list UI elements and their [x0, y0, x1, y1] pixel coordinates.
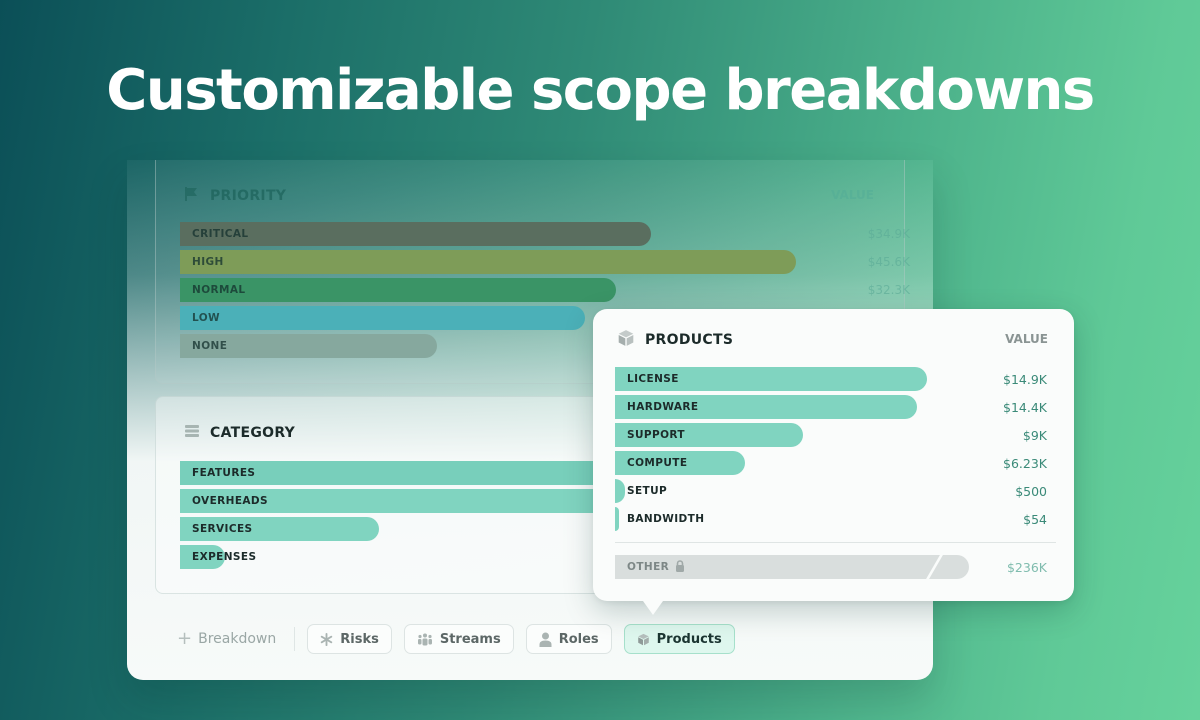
breakdown-toolbar: + Breakdown Risks Streams Roles Products	[177, 624, 735, 654]
bar-label: LICENSE	[627, 373, 679, 385]
bar-value: $9K	[1022, 427, 1047, 443]
bar-label: EXPENSES	[192, 551, 257, 563]
chip-label: Streams	[439, 631, 501, 647]
bar-label: HARDWARE	[627, 401, 699, 413]
bar-value: $14.9K	[1003, 371, 1047, 387]
bar-row[interactable]: HIGH $45.6K	[180, 250, 910, 274]
category-title: CATEGORY	[210, 425, 296, 441]
other-row: OTHER $236K	[615, 555, 1047, 579]
chip-risks[interactable]: Risks	[307, 624, 392, 654]
user-icon	[539, 632, 552, 647]
bar-label: OVERHEADS	[192, 495, 268, 507]
bar-row[interactable]: BANDWIDTH $54	[615, 507, 1047, 531]
hero-title: Customizable scope breakdowns	[106, 58, 1095, 123]
bar-value: $500	[1015, 483, 1047, 499]
products-title: PRODUCTS	[645, 332, 734, 348]
divider	[615, 542, 1056, 543]
bar-row[interactable]: NORMAL $32.3K	[180, 278, 910, 302]
bar-label: CRITICAL	[192, 228, 249, 240]
priority-value-header: VALUE	[831, 188, 874, 202]
cube-icon	[637, 633, 650, 646]
bar-row[interactable]: SUPPORT $9K	[615, 423, 1047, 447]
bar-row[interactable]: SETUP $500	[615, 479, 1047, 503]
list-icon	[184, 423, 200, 443]
bar-value: $54	[1023, 511, 1047, 527]
bar-row[interactable]: HARDWARE $14.4K	[615, 395, 1047, 419]
bar-label: NONE	[192, 340, 228, 352]
bar-label: LOW	[192, 312, 221, 324]
add-breakdown-button[interactable]: + Breakdown	[177, 627, 296, 651]
priority-title: PRIORITY	[210, 188, 287, 204]
asterisk-icon	[320, 632, 333, 646]
chip-label: Risks	[340, 631, 379, 647]
bar-label: SUPPORT	[627, 429, 685, 441]
chip-label: Products	[656, 631, 722, 647]
bar-row[interactable]: COMPUTE $6.23K	[615, 451, 1047, 475]
bar-label: NORMAL	[192, 284, 246, 296]
bar-fill	[180, 250, 796, 274]
group-icon	[417, 633, 433, 646]
bar-row[interactable]: CRITICAL $34.9K	[180, 222, 910, 246]
bar-value: $45.6K	[867, 255, 910, 269]
bar-label: SETUP	[627, 485, 668, 497]
bar-value: $14.4K	[1003, 399, 1047, 415]
bar-label: HIGH	[192, 256, 224, 268]
bar-label: FEATURES	[192, 467, 256, 479]
products-popover: PRODUCTS VALUE LICENSE $14.9K HARDWARE $14.…	[593, 309, 1074, 615]
bar-row[interactable]: LICENSE $14.9K	[615, 367, 1047, 391]
products-value-header: VALUE	[1005, 332, 1048, 346]
bar-value: $6.23K	[1003, 455, 1047, 471]
add-breakdown-label: Breakdown	[198, 631, 277, 647]
other-label: OTHER	[627, 561, 670, 573]
lock-icon	[675, 559, 685, 575]
bar-label: COMPUTE	[627, 457, 688, 469]
bar-fill	[180, 222, 652, 246]
other-value: $236K	[1006, 559, 1047, 575]
bar-label: BANDWIDTH	[627, 513, 705, 525]
bar-value: $32.3K	[867, 283, 910, 297]
bar-label: SERVICES	[192, 523, 253, 535]
plus-icon: +	[177, 628, 193, 649]
chip-label: Roles	[558, 631, 599, 647]
chip-products[interactable]: Products	[623, 624, 735, 654]
chip-roles[interactable]: Roles	[525, 624, 612, 654]
cube-icon	[617, 329, 635, 351]
chip-streams[interactable]: Streams	[403, 624, 514, 654]
bar-fill	[180, 306, 585, 330]
flag-icon	[184, 186, 200, 206]
product-bars: LICENSE $14.9K HARDWARE $14.4K SUPPORT $9K COM…	[615, 367, 1047, 535]
bar-value: $34.9K	[867, 227, 910, 241]
